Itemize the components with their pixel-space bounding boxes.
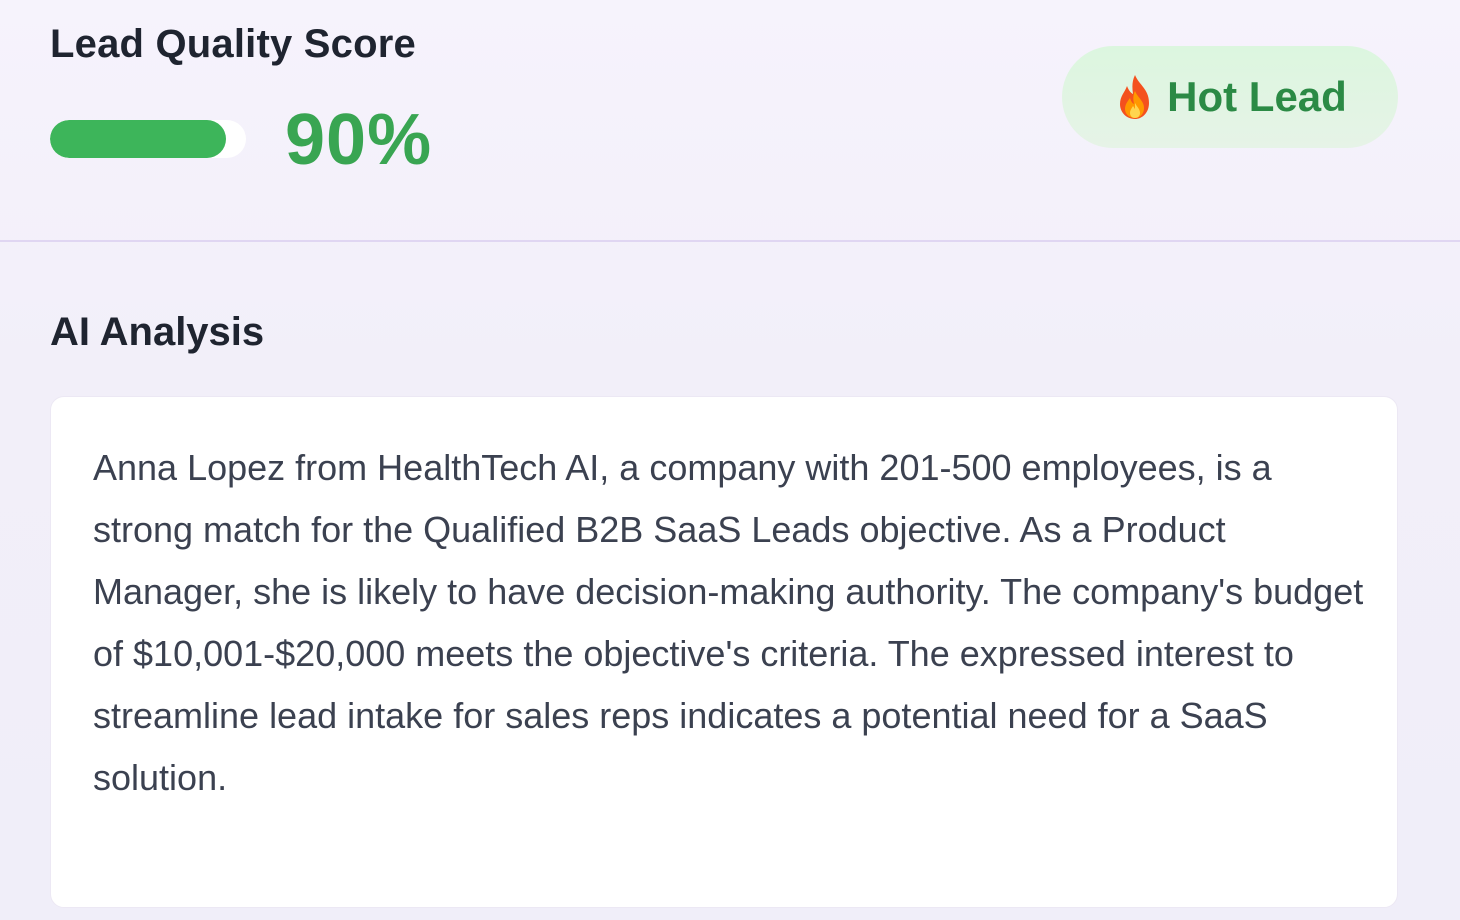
hot-lead-badge: Hot Lead	[1062, 46, 1398, 148]
ai-analysis-title: AI Analysis	[50, 310, 265, 354]
lead-quality-progress-bar	[50, 120, 246, 158]
ai-analysis-text: Anna Lopez from HealthTech AI, a company…	[93, 447, 1364, 798]
lead-quality-progress-fill	[50, 120, 227, 158]
fire-icon	[1113, 73, 1157, 121]
ai-analysis-card: Anna Lopez from HealthTech AI, a company…	[50, 396, 1398, 908]
section-divider	[0, 240, 1460, 242]
hot-lead-label: Hot Lead	[1167, 73, 1347, 120]
lead-quality-section: Lead Quality Score 90% Hot Lead	[0, 0, 1460, 240]
lead-quality-title: Lead Quality Score	[50, 22, 416, 66]
lead-quality-score-value: 90%	[285, 100, 433, 180]
